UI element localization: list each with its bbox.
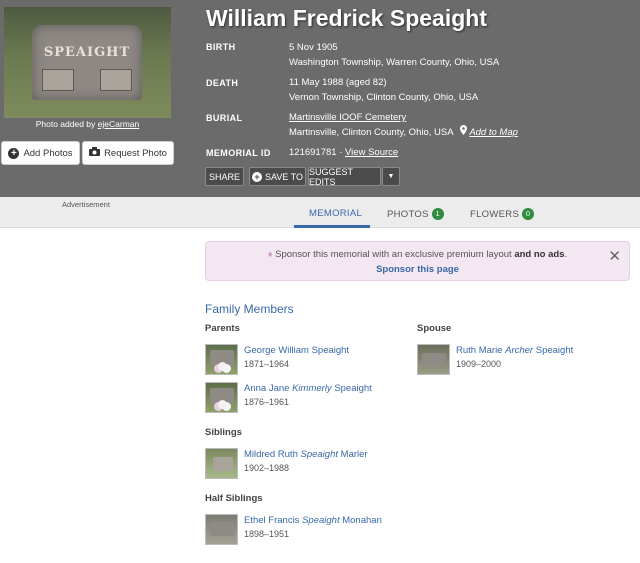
spouse-label: Spouse xyxy=(417,323,452,334)
memorial-photo[interactable]: SPEAIGHT xyxy=(4,7,171,118)
birth-label: BIRTH xyxy=(206,42,236,52)
plus-circle-icon: + xyxy=(251,171,262,182)
camera-icon xyxy=(89,147,101,159)
tab-photos[interactable]: PHOTOS 1 xyxy=(387,208,444,220)
share-button[interactable]: SHARE xyxy=(205,167,244,186)
family-member-photo[interactable] xyxy=(417,344,450,375)
family-member-name[interactable]: Ethel Francis Speaight Monahan xyxy=(244,515,382,526)
close-icon[interactable]: ✕ xyxy=(608,247,621,265)
add-to-map-link[interactable]: Add to Map xyxy=(469,127,518,138)
parents-label: Parents xyxy=(205,323,240,334)
plus-circle-icon: + xyxy=(8,147,20,159)
family-member-photo[interactable] xyxy=(205,448,238,479)
map-pin-icon xyxy=(459,125,470,138)
headstone-text: SPEAIGHT xyxy=(43,45,131,60)
family-member-dates: 1909–2000 xyxy=(456,359,502,369)
family-member-name[interactable]: Mildred Ruth Speaight Marler xyxy=(244,449,368,460)
death-place: Vernon Township, Clinton County, Ohio, U… xyxy=(289,92,479,103)
photo-credit-user-link[interactable]: ejeCarman xyxy=(98,119,140,129)
sponsor-banner: ♦ Sponsor this memorial with an exclusiv… xyxy=(205,241,630,281)
memorial-name: William Fredrick Speaight xyxy=(206,5,487,31)
birth-place: Washington Township, Warren County, Ohio… xyxy=(289,57,500,68)
death-date: 11 May 1988 (aged 82) xyxy=(289,77,387,88)
burial-cemetery-link[interactable]: Martinsville IOOF Cemetery xyxy=(289,112,406,123)
family-member-photo[interactable] xyxy=(205,514,238,545)
burial-place: Martinsville, Clinton County, Ohio, USA xyxy=(289,127,454,138)
more-options-button[interactable]: ▼ xyxy=(382,167,400,186)
tab-memorial[interactable]: MEMORIAL xyxy=(309,208,362,219)
birth-info: 5 Nov 1905 Washington Township, Warren C… xyxy=(289,40,499,70)
family-member-name[interactable]: Anna Jane Kimmerly Speaight xyxy=(244,383,372,394)
family-member-half-sibling-1[interactable]: Ethel Francis Speaight Monahan 1898–1951 xyxy=(205,514,405,547)
memorial-id-value: 121691781 xyxy=(289,147,337,158)
birth-date: 5 Nov 1905 xyxy=(289,42,338,53)
view-source-link[interactable]: View Source xyxy=(345,147,398,158)
death-label: DEATH xyxy=(206,78,239,88)
memorial-id-info: 121691781 · View Source xyxy=(289,147,399,158)
active-tab-indicator xyxy=(294,225,370,228)
flowers-count-badge: 0 xyxy=(522,208,535,220)
family-member-dates: 1898–1951 xyxy=(244,529,290,539)
burial-info: Martinsville IOOF Cemetery Martinsville,… xyxy=(289,110,518,140)
photo-credit: Photo added by ejeCarman xyxy=(35,119,140,129)
family-member-name[interactable]: George William Speaight xyxy=(244,345,349,356)
save-to-button[interactable]: + SAVE TO xyxy=(249,167,306,186)
family-member-dates: 1871–1964 xyxy=(244,359,290,369)
family-member-name[interactable]: Ruth Marie Archer Speaight xyxy=(456,345,573,356)
memorial-id-label: MEMORIAL ID xyxy=(206,148,271,158)
family-member-sibling-1[interactable]: Mildred Ruth Speaight Marler 1902–1988 xyxy=(205,448,405,481)
burial-label: BURIAL xyxy=(206,113,243,123)
family-member-dates: 1902–1988 xyxy=(244,463,290,473)
advertisement-label: Advertisement xyxy=(62,200,110,209)
sponsor-text: ♦ Sponsor this memorial with an exclusiv… xyxy=(267,249,568,260)
photos-count-badge: 1 xyxy=(431,208,444,220)
family-member-spouse[interactable]: Ruth Marie Archer Speaight 1909–2000 xyxy=(417,344,617,377)
family-member-parent-1[interactable]: George William Speaight 1871–1964 xyxy=(205,344,405,377)
death-info: 11 May 1988 (aged 82) Vernon Township, C… xyxy=(289,75,478,105)
sponsor-link[interactable]: Sponsor this page xyxy=(206,264,629,275)
family-member-photo[interactable] xyxy=(205,382,238,413)
add-photos-button[interactable]: + Add Photos xyxy=(1,141,80,165)
half-siblings-label: Half Siblings xyxy=(205,493,263,504)
family-members-title: Family Members xyxy=(205,302,294,316)
caret-down-icon: ▼ xyxy=(387,173,395,180)
tab-flowers[interactable]: FLOWERS 0 xyxy=(470,208,535,220)
diamond-icon: ♦ xyxy=(267,249,273,259)
headstone: SPEAIGHT xyxy=(32,25,142,100)
family-member-parent-2[interactable]: Anna Jane Kimmerly Speaight 1876–1961 xyxy=(205,382,405,415)
family-member-photo[interactable] xyxy=(205,344,238,375)
siblings-label: Siblings xyxy=(205,427,242,438)
suggest-edits-button[interactable]: SUGGEST EDITS xyxy=(308,167,381,187)
family-member-dates: 1876–1961 xyxy=(244,397,290,407)
request-photo-button[interactable]: Request Photo xyxy=(82,141,174,165)
